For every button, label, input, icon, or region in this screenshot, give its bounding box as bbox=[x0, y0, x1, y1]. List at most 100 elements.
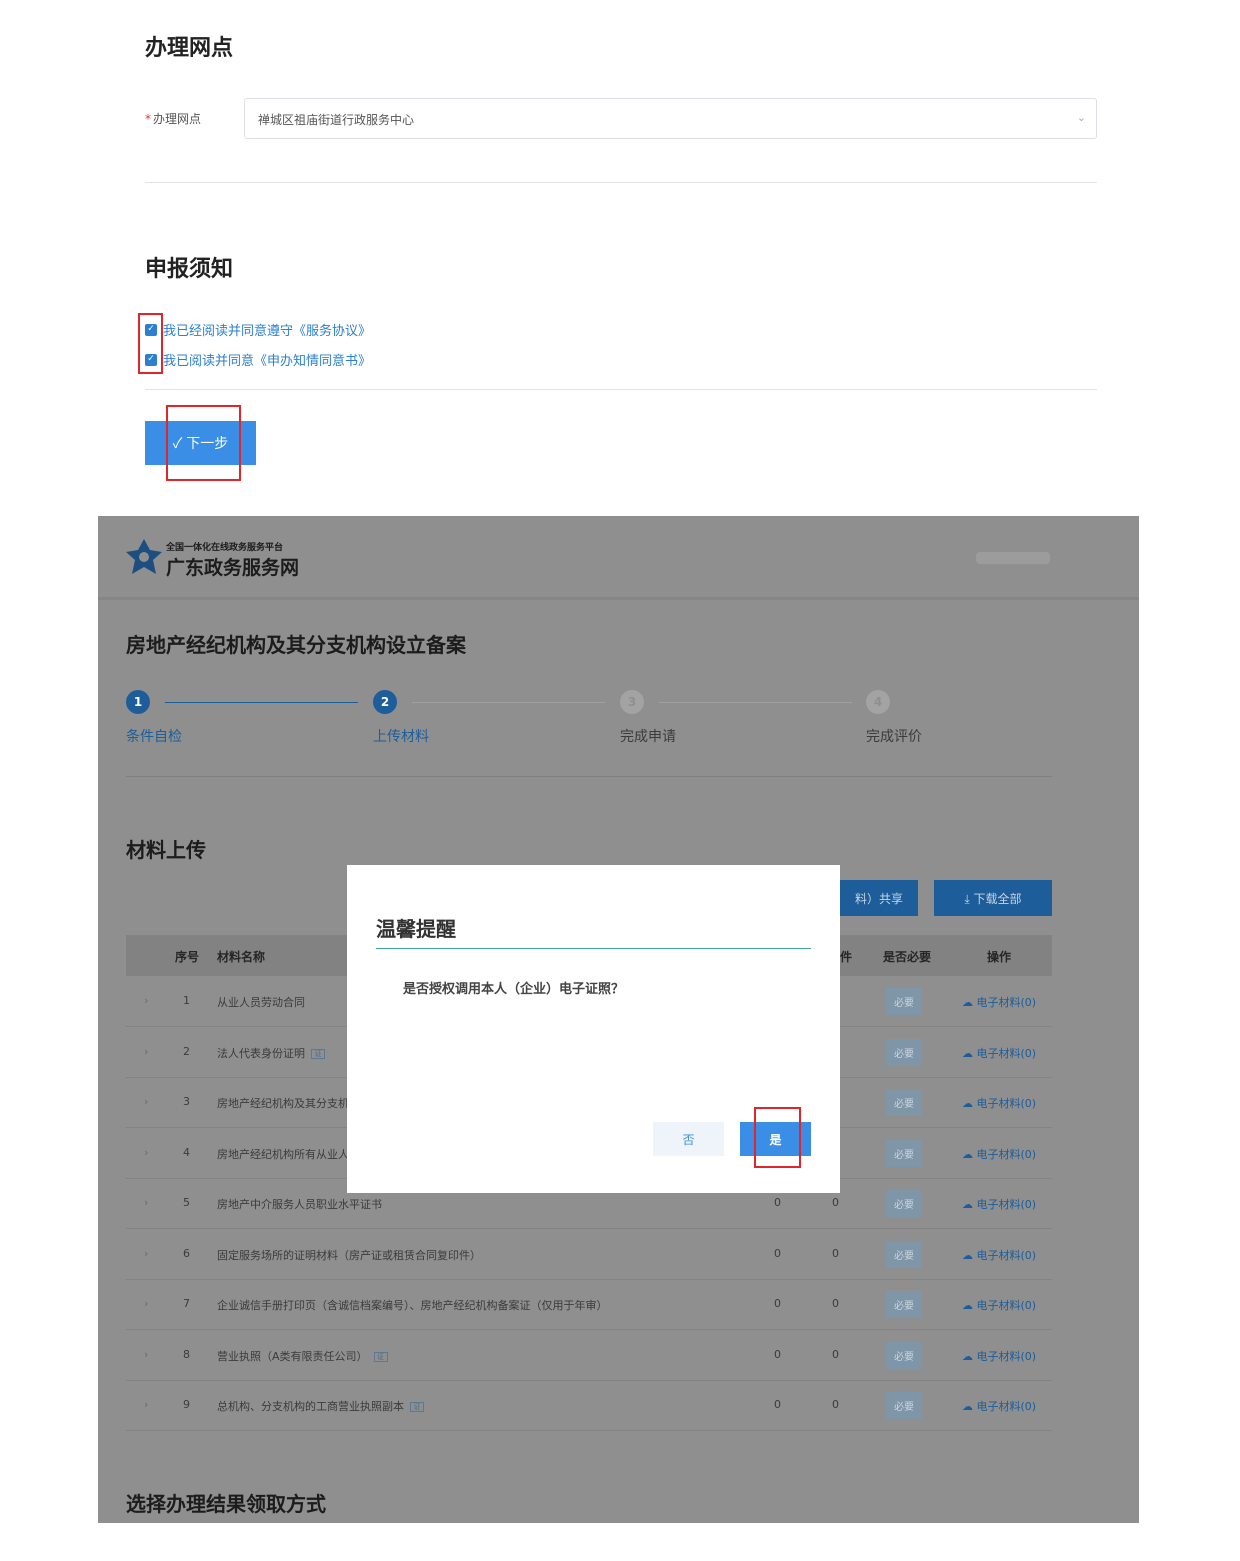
row-count-2: 0 bbox=[832, 1398, 839, 1411]
header-index: 序号 bbox=[175, 950, 200, 964]
step-4-dot: 4 bbox=[866, 690, 890, 714]
row-material-name: 从业人员劳动合同 bbox=[217, 994, 305, 1010]
row-material-name-text: 营业执照（A类有限责任公司） bbox=[217, 1349, 368, 1363]
electronic-material-text[interactable]: 电子材料(0) bbox=[977, 996, 1037, 1009]
share-button[interactable]: 料）共享 bbox=[840, 880, 918, 916]
chevron-down-icon: ⌄ bbox=[1076, 111, 1086, 124]
row-material-name-text: 总机构、分支机构的工商营业执照副本 bbox=[217, 1400, 404, 1413]
required-badge: 必要 bbox=[886, 1392, 922, 1419]
highlight-box-checkboxes bbox=[138, 313, 163, 374]
e-certificate-icon: 证 bbox=[410, 1402, 424, 1412]
agreement-service-label[interactable]: 我已经阅读并同意遵守《服务协议》 bbox=[163, 320, 371, 339]
required-badge: 必要 bbox=[886, 1139, 922, 1167]
step-3-dot: 3 bbox=[620, 690, 644, 714]
row-count-1: 0 bbox=[774, 1347, 781, 1361]
cloud-icon: ☁ bbox=[962, 1349, 973, 1363]
expand-chevron-icon[interactable]: › bbox=[144, 1095, 148, 1108]
highlight-box-next-button bbox=[166, 405, 241, 481]
step-line-2 bbox=[412, 702, 605, 703]
electronic-material-link[interactable]: ☁ 电子材料(0) bbox=[962, 1095, 1036, 1111]
row-material-name: 房地产经纪机构所有从业人 bbox=[217, 1146, 349, 1162]
electronic-material-text[interactable]: 电子材料(0) bbox=[977, 1249, 1037, 1262]
step-2-label: 上传材料 bbox=[373, 729, 429, 745]
dialog-no-button[interactable]: 否 bbox=[653, 1122, 724, 1156]
row-material-name: 固定服务场所的证明材料（房产证或租赁合同复印件） bbox=[217, 1247, 481, 1263]
required-mark: * bbox=[145, 112, 151, 126]
expand-chevron-icon[interactable]: › bbox=[144, 1045, 148, 1058]
cloud-icon: ☁ bbox=[962, 1198, 973, 1211]
expand-chevron-icon[interactable]: › bbox=[144, 994, 148, 1007]
header-name: 材料名称 bbox=[217, 950, 266, 964]
electronic-material-text[interactable]: 电子材料(0) bbox=[977, 1148, 1037, 1161]
download-all-button[interactable]: ⤓ 下载全部 bbox=[934, 880, 1052, 916]
row-index: 4 bbox=[183, 1145, 190, 1159]
agreement-consent[interactable]: ✓ 我已阅读并同意《申办知情同意书》 bbox=[145, 350, 371, 369]
electronic-material-link[interactable]: ☁ 电子材料(0) bbox=[962, 1247, 1036, 1263]
row-index: 3 bbox=[183, 1095, 190, 1108]
site-select[interactable]: 禅城区祖庙街道行政服务中心 ⌄ bbox=[244, 98, 1097, 139]
row-index: 1 bbox=[183, 994, 190, 1007]
step-4-label: 完成评价 bbox=[866, 729, 922, 745]
row-material-name-text: 房地产经纪机构及其分支机 bbox=[217, 1097, 349, 1110]
page-title: 房地产经纪机构及其分支机构设立备案 bbox=[126, 633, 466, 657]
cloud-icon: ☁ bbox=[962, 1299, 973, 1312]
logo-title: 广东政务服务网 bbox=[166, 557, 300, 579]
divider bbox=[126, 776, 1052, 777]
agreement-consent-label[interactable]: 我已阅读并同意《申办知情同意书》 bbox=[163, 350, 371, 369]
site-select-value: 禅城区祖庙街道行政服务中心 bbox=[258, 113, 415, 127]
row-count-1: 0 bbox=[774, 1196, 781, 1209]
expand-chevron-icon[interactable]: › bbox=[144, 1146, 148, 1159]
step-line-1 bbox=[165, 702, 358, 703]
row-count-2: 0 bbox=[832, 1347, 839, 1361]
electronic-material-text[interactable]: 电子材料(0) bbox=[977, 1097, 1037, 1110]
required-badge: 必要 bbox=[886, 1190, 922, 1217]
expand-chevron-icon[interactable]: › bbox=[144, 1398, 148, 1411]
electronic-material-link[interactable]: ☁ 电子材料(0) bbox=[962, 1045, 1036, 1061]
expand-chevron-icon[interactable]: › bbox=[144, 1247, 148, 1260]
electronic-material-text[interactable]: 电子材料(0) bbox=[977, 1047, 1037, 1060]
dialog-title-underline bbox=[376, 948, 811, 949]
cloud-icon: ☁ bbox=[962, 1097, 973, 1110]
result-section-title: 选择办理结果领取方式 bbox=[126, 1492, 326, 1516]
row-index: 6 bbox=[183, 1246, 190, 1260]
row-material-name: 营业执照（A类有限责任公司） 证 bbox=[217, 1348, 388, 1364]
divider bbox=[145, 182, 1097, 183]
electronic-material-link[interactable]: ☁ 电子材料(0) bbox=[962, 1196, 1036, 1212]
row-count-1: 0 bbox=[774, 1398, 781, 1411]
row-count-2: 0 bbox=[832, 1297, 839, 1310]
electronic-material-link[interactable]: ☁ 电子材料(0) bbox=[962, 1297, 1036, 1313]
row-index: 7 bbox=[183, 1297, 190, 1310]
electronic-material-text[interactable]: 电子材料(0) bbox=[977, 1400, 1037, 1413]
agreement-service[interactable]: ✓ 我已经阅读并同意遵守《服务协议》 bbox=[145, 320, 371, 339]
electronic-material-text[interactable]: 电子材料(0) bbox=[977, 1350, 1037, 1363]
required-badge: 必要 bbox=[886, 1240, 922, 1268]
row-material-name: 法人代表身份证明证 bbox=[217, 1045, 325, 1061]
user-menu[interactable] bbox=[976, 552, 1050, 564]
required-badge: 必要 bbox=[886, 1089, 922, 1116]
row-material-name: 总机构、分支机构的工商营业执照副本证 bbox=[217, 1398, 424, 1414]
cloud-icon: ☁ bbox=[962, 1400, 973, 1413]
electronic-material-link[interactable]: ☁ 电子材料(0) bbox=[962, 1348, 1036, 1364]
electronic-material-link[interactable]: ☁ 电子材料(0) bbox=[962, 994, 1036, 1010]
electronic-material-text[interactable]: 电子材料(0) bbox=[977, 1198, 1037, 1211]
dialog-title: 温馨提醒 bbox=[376, 917, 456, 941]
divider bbox=[145, 389, 1097, 390]
logo-subtitle: 全国一体化在线政务服务平台 bbox=[166, 543, 284, 553]
gov-logo-icon bbox=[126, 539, 162, 574]
app-header: 全国一体化在线政务服务平台 广东政务服务网 bbox=[98, 516, 1139, 600]
electronic-material-link[interactable]: ☁ 电子材料(0) bbox=[962, 1146, 1036, 1162]
expand-chevron-icon[interactable]: › bbox=[144, 1297, 148, 1310]
row-material-name-text: 法人代表身份证明 bbox=[217, 1046, 305, 1060]
expand-chevron-icon[interactable]: › bbox=[144, 1196, 148, 1209]
electronic-material-text[interactable]: 电子材料(0) bbox=[977, 1299, 1037, 1312]
electronic-material-link[interactable]: ☁ 电子材料(0) bbox=[962, 1398, 1036, 1414]
row-index: 8 bbox=[183, 1347, 190, 1361]
row-material-name-text: 房地产中介服务人员职业水平证书 bbox=[217, 1198, 382, 1211]
site-section-title: 办理网点 bbox=[145, 36, 234, 61]
required-badge: 必要 bbox=[886, 988, 922, 1015]
expand-chevron-icon[interactable]: › bbox=[144, 1348, 148, 1361]
step-line-3 bbox=[659, 702, 852, 703]
row-count-2: 0 bbox=[832, 1246, 839, 1260]
step-1-dot: 1 bbox=[126, 690, 150, 714]
required-badge: 必要 bbox=[886, 1341, 922, 1369]
